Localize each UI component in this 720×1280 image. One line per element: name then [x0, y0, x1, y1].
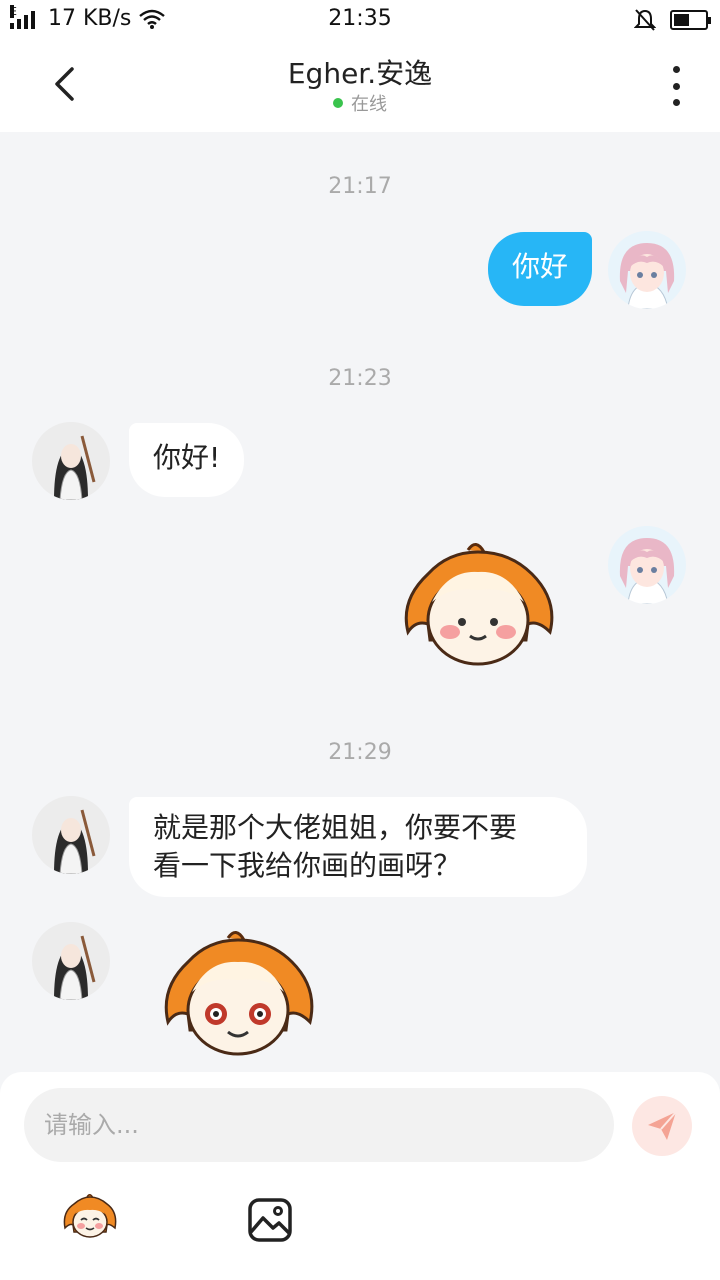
message-line: 就是那个大佬姐姐，你要不要	[153, 811, 518, 844]
emoji-sticker-icon	[63, 1194, 117, 1238]
online-status: 在线	[0, 90, 720, 116]
send-icon	[648, 1111, 677, 1140]
contact-name: Egher.安逸	[287, 57, 433, 90]
status-bar: E 17 KB/s 21:35	[0, 0, 720, 38]
battery-icon	[670, 10, 711, 30]
orange-hair-grin-sticker[interactable]	[158, 928, 320, 1062]
send-button[interactable]	[632, 1096, 692, 1156]
contact-avatar[interactable]	[32, 422, 110, 500]
message-bubble-received[interactable]: 就是那个大佬姐姐，你要不要 看一下我给你画的画呀？	[129, 797, 587, 897]
chat-header: Egher.安逸 在线	[0, 38, 720, 132]
image-button[interactable]	[246, 1196, 294, 1244]
contact-avatar[interactable]	[32, 922, 110, 1000]
orange-hair-smile-sticker[interactable]	[398, 540, 558, 672]
contact-avatar[interactable]	[32, 796, 110, 874]
message-line: 看一下我给你画的画呀？	[153, 849, 462, 882]
mute-bell-icon	[634, 9, 656, 31]
timestamp: 21:23	[328, 366, 392, 391]
timestamp: 21:29	[328, 740, 392, 765]
my-avatar[interactable]	[608, 526, 686, 604]
more-vertical-icon	[672, 66, 680, 73]
online-dot-icon	[333, 98, 343, 108]
message-bubble-sent[interactable]: 你好	[487, 232, 592, 306]
clock: 21:35	[328, 6, 392, 31]
sticker-button[interactable]	[62, 1192, 118, 1248]
message-input[interactable]	[24, 1088, 614, 1162]
more-options-button[interactable]	[664, 66, 688, 106]
my-avatar[interactable]	[608, 231, 686, 309]
input-panel	[0, 1072, 720, 1280]
image-icon	[248, 1198, 292, 1242]
timestamp: 21:17	[328, 174, 392, 199]
message-bubble-received[interactable]: 你好!	[129, 423, 245, 497]
